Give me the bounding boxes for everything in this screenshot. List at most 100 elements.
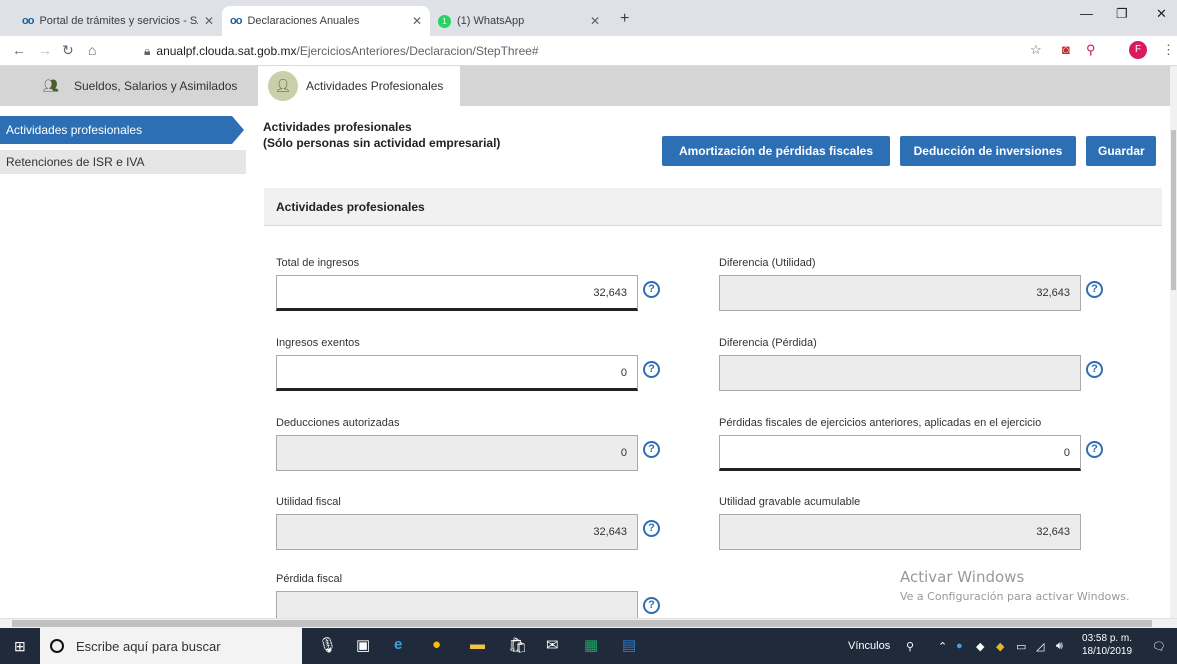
help-icon[interactable]: ? <box>643 361 660 378</box>
help-icon[interactable]: ? <box>643 520 660 537</box>
browser-tab-bar: oo Portal de trámites y servicios - SAT … <box>0 0 1177 36</box>
tab-title: Portal de trámites y servicios - SAT <box>39 15 198 27</box>
whatsapp-icon: 1 <box>438 14 451 28</box>
utilidad-fiscal-field: 32,643 <box>276 514 638 550</box>
diferencia-perdida-label: Diferencia (Pérdida) <box>719 337 817 349</box>
tab-portal-sat[interactable]: oo Portal de trámites y servicios - SAT … <box>14 6 222 36</box>
new-tab-button[interactable]: + <box>620 10 629 28</box>
cortana-icon <box>50 639 64 653</box>
perdidas-anteriores-input[interactable]: 0 <box>719 435 1081 471</box>
tab-title: (1) WhatsApp <box>457 15 525 27</box>
home-icon[interactable]: ⌂ <box>88 42 96 58</box>
sidebar-item-retenciones[interactable]: Retenciones de ISR e IVA <box>0 150 246 174</box>
diferencia-utilidad-field: 32,643 <box>719 275 1081 311</box>
perdidas-anteriores-label: Pérdidas fiscales de ejercicios anterior… <box>719 417 1042 429</box>
vertical-scroll-thumb[interactable] <box>1171 130 1176 290</box>
mail-icon[interactable]: ✉︎ <box>546 636 559 654</box>
taskbar-search[interactable]: Escribe aquí para buscar <box>40 628 302 664</box>
utilidad-gravable-field: 32,643 <box>719 514 1081 550</box>
close-icon[interactable]: ✕ <box>204 14 214 28</box>
tray-app-icon[interactable]: ◆ <box>976 640 984 653</box>
sidebar-item-actividades[interactable]: Actividades profesionales <box>0 116 232 144</box>
utilidad-gravable-label: Utilidad gravable acumulable <box>719 496 861 508</box>
store-icon[interactable]: 🛍︎ <box>508 636 527 654</box>
deducciones-label: Deducciones autorizadas <box>276 417 400 429</box>
taskbar-search-placeholder: Escribe aquí para buscar <box>76 638 221 654</box>
chrome-icon[interactable]: ● <box>432 636 441 653</box>
diferencia-utilidad-label: Diferencia (Utilidad) <box>719 257 816 269</box>
utilidad-fiscal-label: Utilidad fiscal <box>276 496 341 508</box>
close-window-icon[interactable]: ✕ <box>1156 6 1167 22</box>
microphone-icon[interactable]: 🎙︎ <box>318 636 337 654</box>
url-field[interactable]: 🔒︎ anualpf.clouda.sat.gob.mx/EjerciciosAn… <box>144 44 539 59</box>
sidebar-active-arrow <box>232 116 244 144</box>
deduccion-inversiones-button[interactable]: Deducción de inversiones <box>900 136 1076 166</box>
extension-pocket-icon[interactable]: ◙ <box>1062 42 1070 57</box>
nav-sueldos[interactable]: 👥︎ Sueldos, Salarios y Asimilados <box>0 66 252 106</box>
people-icon: 👥︎ <box>42 78 60 93</box>
perdida-fiscal-field <box>276 591 638 618</box>
ingresos-exentos-input[interactable]: 0 <box>276 355 638 391</box>
extension-search-icon[interactable]: ⚲ <box>1086 42 1096 58</box>
word-icon[interactable]: ▤ <box>622 636 636 654</box>
windows-taskbar: ⊞ Escribe aquí para buscar 🎙︎ ▣ e ● ▬ 🛍︎… <box>0 628 1177 664</box>
help-icon[interactable]: ? <box>1086 361 1103 378</box>
total-ingresos-label: Total de ingresos <box>276 257 360 269</box>
links-toolbar[interactable]: Vínculos <box>848 640 890 652</box>
security-icon[interactable]: ◆ <box>996 640 1004 653</box>
help-icon[interactable]: ? <box>1086 281 1103 298</box>
tray-chevron-icon[interactable]: ⌃ <box>938 640 947 653</box>
total-ingresos-input[interactable]: 32,643 <box>276 275 638 311</box>
taskbar-clock[interactable]: 03:58 p. m. 18/10/2019 <box>1082 632 1132 658</box>
section-title: Actividades profesionales (Sólo personas… <box>263 119 500 151</box>
back-icon[interactable]: ← <box>12 42 26 58</box>
minimize-icon[interactable]: — <box>1080 6 1093 21</box>
windows-start-icon[interactable]: ⊞ <box>14 638 26 655</box>
url-host: anualpf.clouda.sat.gob.mx <box>156 44 297 58</box>
close-icon[interactable]: ✕ <box>590 14 600 28</box>
windows-watermark-title: Activar Windows <box>900 568 1025 586</box>
close-icon[interactable]: ✕ <box>412 14 422 28</box>
nav-label: Sueldos, Salarios y Asimilados <box>74 79 238 93</box>
deducciones-field: 0 <box>276 435 638 471</box>
tab-title: Declaraciones Anuales <box>247 15 360 27</box>
reload-icon[interactable]: ↻ <box>62 42 74 59</box>
url-path: /EjerciciosAnteriores/Declaracion/StepTh… <box>296 44 539 58</box>
forward-icon[interactable]: → <box>38 42 52 58</box>
top-section-nav: 👥︎ Sueldos, Salarios y Asimilados 👤︎ Act… <box>0 66 1170 106</box>
clock-date: 18/10/2019 <box>1082 646 1133 657</box>
nav-actividades[interactable]: 👤︎ Actividades Profesionales <box>258 66 460 106</box>
volume-icon[interactable]: 🔊︎ <box>1056 640 1063 653</box>
tab-whatsapp[interactable]: 1 (1) WhatsApp ✕ <box>430 6 608 36</box>
edge-icon[interactable]: e <box>394 636 402 653</box>
help-icon[interactable]: ? <box>643 441 660 458</box>
help-icon[interactable]: ? <box>643 597 660 614</box>
clock-time: 03:58 p. m. <box>1082 633 1133 644</box>
bookmark-star-icon[interactable]: ☆ <box>1030 42 1042 58</box>
section-title-line2: (Sólo personas sin actividad empresarial… <box>263 136 501 150</box>
menu-kebab-icon[interactable]: ⋮ <box>1162 42 1175 58</box>
person-icon: 👤︎ <box>268 71 298 101</box>
guardar-button[interactable]: Guardar <box>1086 136 1156 166</box>
profile-avatar[interactable]: F <box>1129 41 1147 59</box>
help-icon[interactable]: ? <box>643 281 660 298</box>
section-title-line1: Actividades profesionales <box>263 120 412 134</box>
wifi-icon[interactable]: ◿ <box>1036 640 1044 653</box>
tab-declaraciones[interactable]: oo Declaraciones Anuales ✕ <box>222 6 430 36</box>
task-view-icon[interactable]: ▣ <box>356 636 370 654</box>
sat-favicon-icon: oo <box>230 15 242 27</box>
windows-watermark-subtitle: Ve a Configuración para activar Windows. <box>900 590 1130 603</box>
notifications-icon[interactable]: 🗨︎ <box>1152 640 1166 653</box>
restore-icon[interactable]: ❐ <box>1116 6 1128 22</box>
people-taskbar-icon[interactable]: ⚲ <box>906 640 914 653</box>
lock-icon: 🔒︎ <box>144 44 151 58</box>
horizontal-scroll-thumb[interactable] <box>12 620 1152 627</box>
battery-icon[interactable]: ▭ <box>1016 640 1026 653</box>
ingresos-exentos-label: Ingresos exentos <box>276 337 360 349</box>
nav-label: Actividades Profesionales <box>306 79 444 93</box>
bluetooth-icon[interactable]: ● <box>956 640 963 652</box>
amortizacion-button[interactable]: Amortización de pérdidas fiscales <box>662 136 890 166</box>
help-icon[interactable]: ? <box>1086 441 1103 458</box>
excel-icon[interactable]: ▦ <box>584 636 598 654</box>
file-explorer-icon[interactable]: ▬ <box>470 636 485 653</box>
